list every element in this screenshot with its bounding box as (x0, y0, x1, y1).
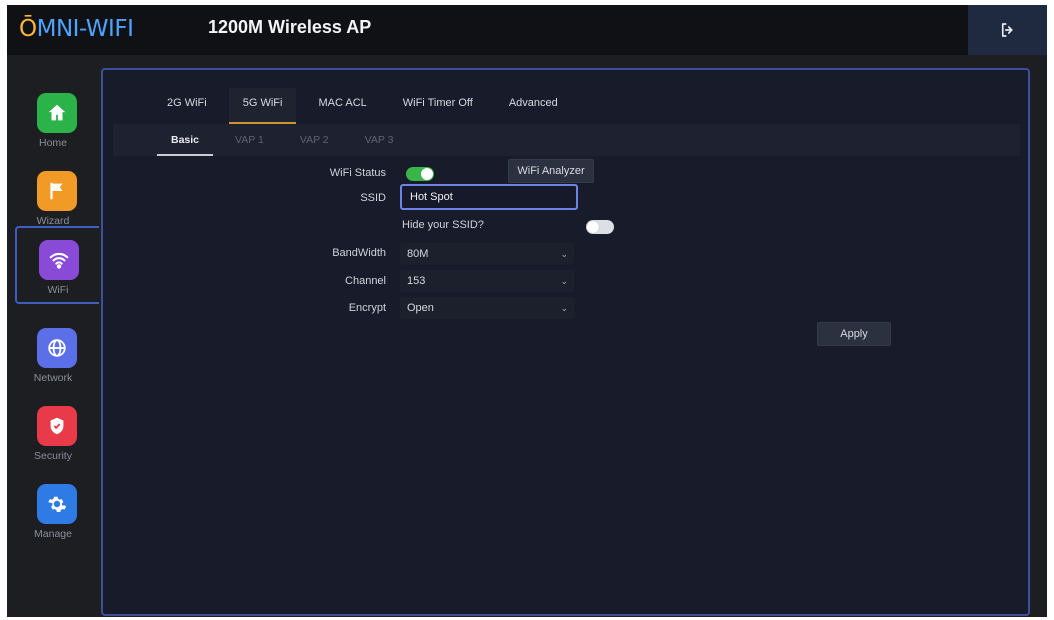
gear-icon (37, 484, 77, 524)
wifi-analyzer-button[interactable]: WiFi Analyzer (508, 159, 594, 183)
chevron-down-icon: ⌄ (560, 276, 568, 286)
sidebar-item-home[interactable]: Home (7, 79, 99, 155)
tab-advanced[interactable]: Advanced (495, 88, 572, 124)
hide-ssid-toggle[interactable] (586, 220, 614, 234)
sidebar-item-wizard[interactable]: Wizard (7, 157, 99, 233)
logo-rest: MNI-WIFI (36, 16, 134, 42)
top-bar: ŌMNI-WIFI 1200M Wireless AP (7, 5, 1047, 55)
bandwidth-label: BandWidth (332, 247, 386, 259)
channel-label: Channel (345, 275, 386, 287)
ssid-input[interactable] (400, 184, 578, 210)
subtab-vap-1[interactable]: VAP 1 (221, 124, 278, 156)
logout-icon (1001, 23, 1013, 37)
home-icon (37, 93, 77, 133)
sidebar: Home Wizard WiFi Network Security Manage (7, 69, 99, 617)
content-panel: 2G WiFi 5G WiFi MAC ACL WiFi Timer Off A… (101, 68, 1030, 616)
tab-5g-wifi[interactable]: 5G WiFi (228, 88, 297, 124)
vap-subtabs: Basic VAP 1 VAP 2 VAP 3 (157, 124, 415, 156)
channel-value: 153 (407, 275, 426, 287)
shield-icon (37, 406, 77, 446)
toggle-knob (587, 221, 599, 233)
sidebar-item-wifi[interactable]: WiFi (15, 226, 99, 304)
sidebar-item-label: WiFi (47, 284, 69, 296)
subtab-vap-2[interactable]: VAP 2 (286, 124, 343, 156)
ssid-label: SSID (360, 192, 386, 204)
sidebar-item-label: Network (33, 372, 73, 384)
hide-ssid-label: Hide your SSID? (402, 219, 484, 231)
encrypt-select[interactable]: Open ⌄ (400, 297, 574, 319)
app-frame: ŌMNI-WIFI 1200M Wireless AP Home Wizard (7, 5, 1047, 617)
wifi-status-toggle[interactable] (406, 167, 434, 181)
subtab-vap-3[interactable]: VAP 3 (351, 124, 408, 156)
tab-2g-wifi[interactable]: 2G WiFi (153, 88, 221, 124)
wifi-status-label: WiFi Status (329, 167, 386, 179)
brand-logo: ŌMNI-WIFI (19, 15, 134, 43)
channel-select[interactable]: 153 ⌄ (400, 270, 574, 292)
bandwidth-select[interactable]: 80M ⌄ (400, 243, 574, 265)
apply-button[interactable]: Apply (817, 322, 891, 346)
toggle-knob (421, 168, 433, 180)
sidebar-item-network[interactable]: Network (7, 314, 99, 390)
encrypt-label: Encrypt (348, 302, 386, 314)
globe-icon (37, 328, 77, 368)
subtab-basic[interactable]: Basic (157, 124, 214, 156)
wifi-tabs: 2G WiFi 5G WiFi MAC ACL WiFi Timer Off A… (153, 88, 580, 124)
page-title: 1200M Wireless AP (208, 17, 372, 37)
bandwidth-value: 80M (407, 248, 429, 260)
sidebar-item-label: Manage (34, 528, 72, 540)
sidebar-item-label: Security (34, 450, 72, 462)
sidebar-item-manage[interactable]: Manage (7, 470, 99, 546)
tab-mac-acl[interactable]: MAC ACL (304, 88, 380, 124)
wifi-icon (39, 240, 79, 280)
chevron-down-icon: ⌄ (560, 249, 568, 259)
subtab-bar: Basic VAP 1 VAP 2 VAP 3 (113, 124, 1020, 156)
logout-button[interactable] (968, 5, 1047, 55)
chevron-down-icon: ⌄ (560, 303, 568, 313)
sidebar-item-label: Home (38, 137, 67, 149)
tab-wifi-timer-off[interactable]: WiFi Timer Off (389, 88, 487, 124)
encrypt-value: Open (407, 302, 434, 314)
sidebar-item-security[interactable]: Security (7, 392, 99, 468)
flag-icon (37, 171, 77, 211)
logo-lead: Ō (19, 16, 37, 42)
